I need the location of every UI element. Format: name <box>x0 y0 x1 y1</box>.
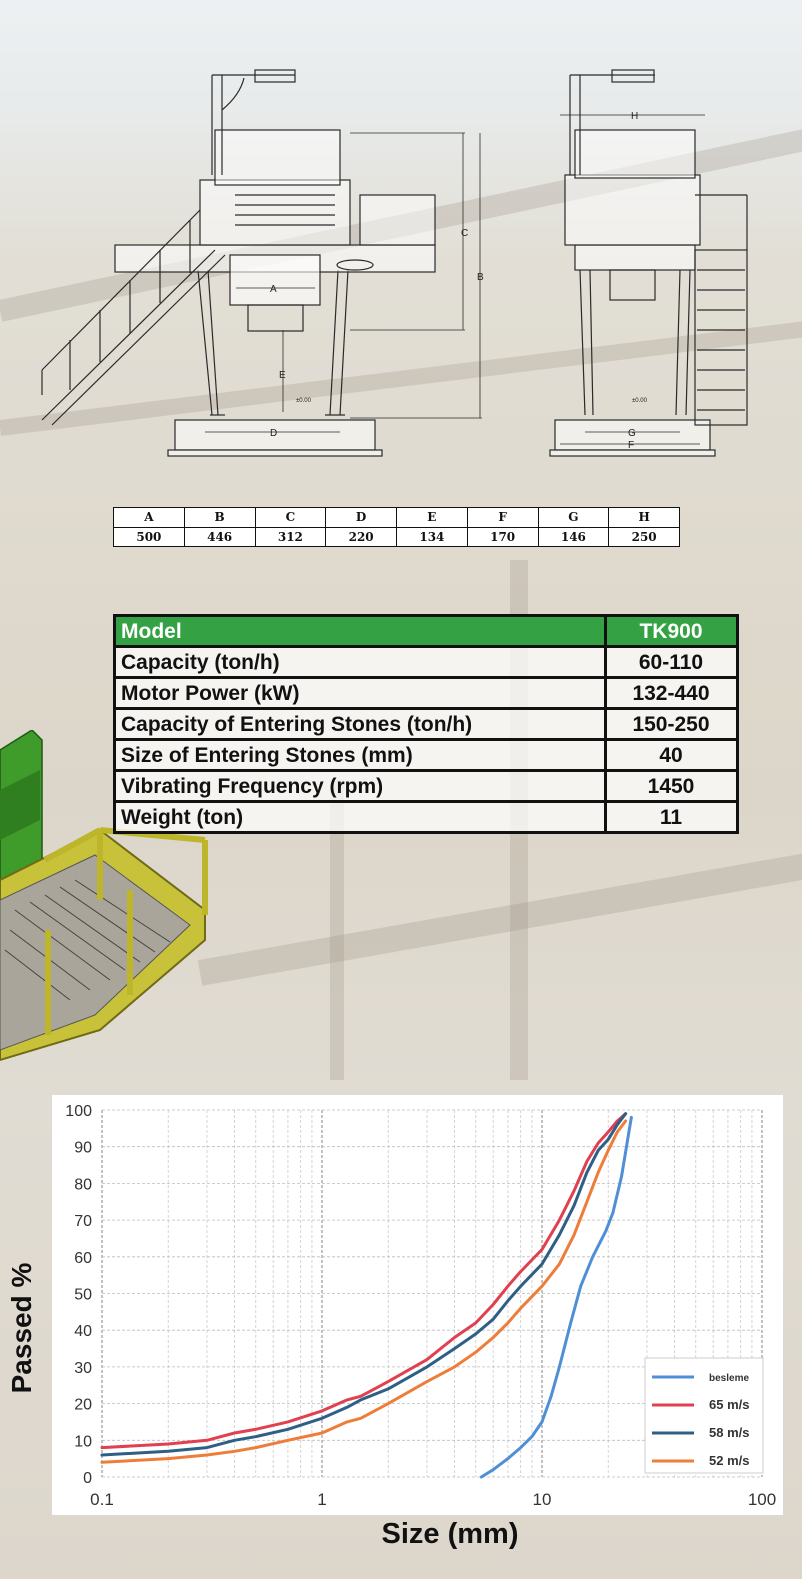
spec-row: Vibrating Frequency (rpm) 1450 <box>113 769 739 803</box>
dimension-header-row: A B C D E F G H <box>113 507 680 528</box>
spec-value: 150-250 <box>604 707 739 741</box>
spec-value: 40 <box>604 738 739 772</box>
chart-canvas: 0 10 20 30 40 50 60 70 80 90 100 0.1 1 10 100 besleme 65… <box>65 1103 776 1509</box>
dimension-header: C <box>254 507 327 528</box>
dimension-value: 500 <box>113 526 185 547</box>
y-tick-label: 80 <box>74 1176 92 1193</box>
dimension-header: B <box>183 507 256 528</box>
x-tick-label: 10 <box>533 1490 552 1509</box>
spec-label: Vibrating Frequency (rpm) <box>113 769 607 803</box>
spec-row: Motor Power (kW) 132-440 <box>113 676 739 710</box>
x-tick-label: 100 <box>748 1490 776 1509</box>
y-tick-label: 50 <box>74 1287 92 1304</box>
x-tick-label: 0.1 <box>90 1490 114 1509</box>
y-tick-label: 60 <box>74 1250 92 1267</box>
spec-value: 60-110 <box>604 645 739 679</box>
specification-table: Model TK900 Capacity (ton/h) 60-110 Moto… <box>113 614 739 834</box>
spec-value: 11 <box>604 800 739 834</box>
spec-row: Capacity (ton/h) 60-110 <box>113 645 739 679</box>
dimension-header: F <box>466 507 539 528</box>
dimension-header: G <box>537 507 610 528</box>
legend-label: 52 m/s <box>709 1453 749 1468</box>
spec-row: Capacity of Entering Stones (ton/h) 150-… <box>113 707 739 741</box>
dimension-value: 446 <box>183 526 256 547</box>
y-tick-label: 0 <box>83 1470 92 1487</box>
dimension-value: 170 <box>466 526 539 547</box>
y-tick-label: 100 <box>65 1103 92 1120</box>
y-tick-label: 20 <box>74 1397 92 1414</box>
dimension-value: 146 <box>537 526 610 547</box>
y-tick-label: 70 <box>74 1213 92 1230</box>
spec-label: Weight (ton) <box>113 800 607 834</box>
spec-value: 1450 <box>604 769 739 803</box>
spec-row: Weight (ton) 11 <box>113 800 739 834</box>
spec-header-value: TK900 <box>604 614 739 648</box>
spec-value: 132-440 <box>604 676 739 710</box>
dimension-value: 312 <box>254 526 327 547</box>
spec-row: Size of Entering Stones (mm) 40 <box>113 738 739 772</box>
spec-label: Capacity (ton/h) <box>113 645 607 679</box>
front-view <box>41 69 482 457</box>
spec-label: Motor Power (kW) <box>113 676 607 710</box>
gradation-chart: 0 10 20 30 40 50 60 70 80 90 100 0.1 1 10 100 besleme 65… <box>52 1095 783 1515</box>
y-axis-label: Passed % <box>6 1262 37 1394</box>
spec-label: Size of Entering Stones (mm) <box>113 738 607 772</box>
y-tick-label: 90 <box>74 1140 92 1157</box>
dimension-header: D <box>325 507 397 528</box>
y-tick-label: 10 <box>74 1433 92 1450</box>
legend-label: 65 m/s <box>709 1397 749 1412</box>
y-tick-label: 40 <box>74 1323 92 1340</box>
x-tick-label: 1 <box>317 1490 326 1509</box>
dimension-header: H <box>608 507 680 528</box>
dimension-header: E <box>396 507 468 528</box>
dimension-value: 134 <box>396 526 468 547</box>
spec-label: Capacity of Entering Stones (ton/h) <box>113 707 607 741</box>
technical-drawing: A B C D E H G F ±0.00 ±0.00 <box>0 0 802 500</box>
legend-label: besleme <box>709 1373 749 1384</box>
spec-header-row: Model TK900 <box>113 614 739 648</box>
x-axis-label: Size (mm) <box>381 1518 519 1550</box>
dimension-value: 220 <box>325 526 397 547</box>
series-line-besleme <box>479 1115 633 1479</box>
side-view <box>549 69 748 457</box>
dimension-value: 250 <box>608 526 680 547</box>
dimension-header: A <box>113 507 185 528</box>
dimension-table: A B C D E F G H 500 446 312 220 134 170 … <box>113 507 680 547</box>
y-tick-label: 30 <box>74 1360 92 1377</box>
spec-header-label: Model <box>113 614 607 648</box>
dimension-value-row: 500 446 312 220 134 170 146 250 <box>113 526 680 547</box>
legend-label: 58 m/s <box>709 1425 749 1440</box>
